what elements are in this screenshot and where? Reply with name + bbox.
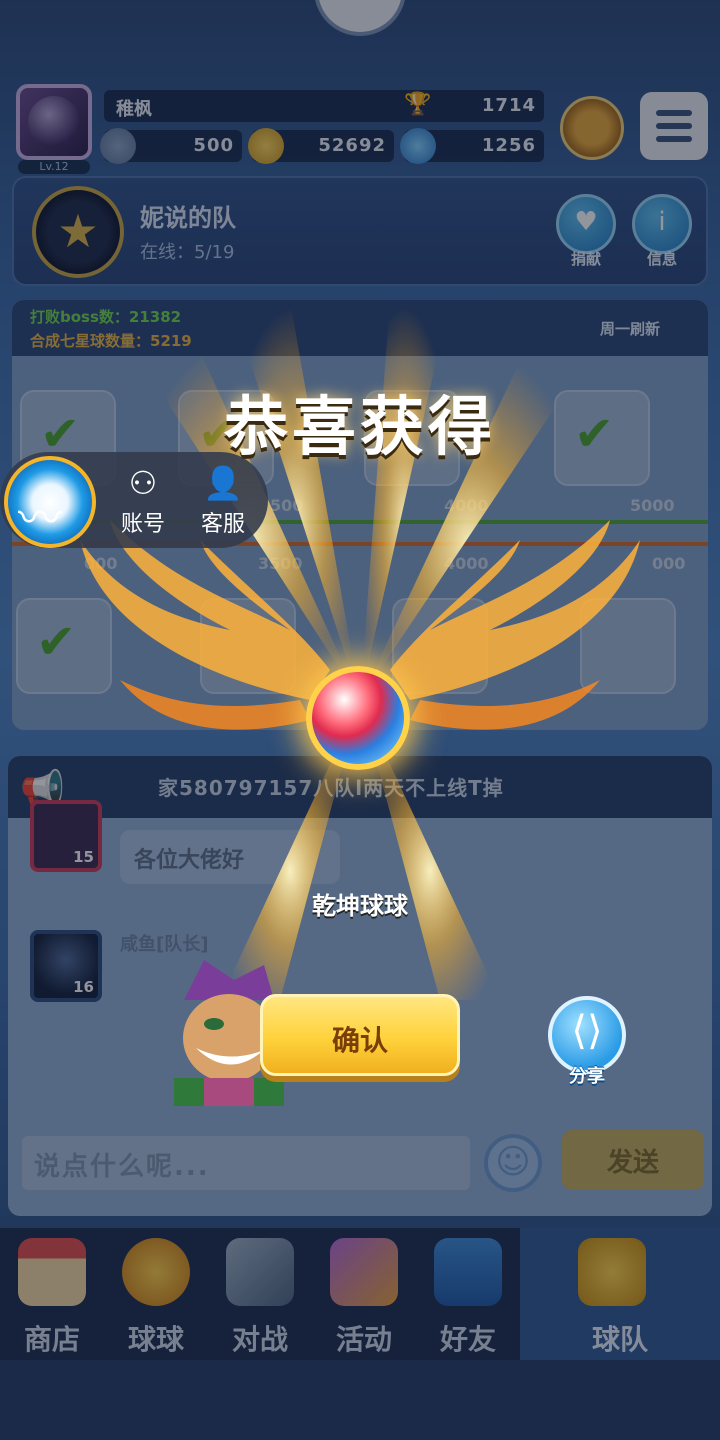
share-label: 分享	[569, 1066, 605, 1087]
customer-service-button[interactable]: 👤 客服	[190, 462, 256, 542]
account-button[interactable]: ⚇ 账号	[110, 462, 176, 542]
reward-ball-icon	[306, 666, 410, 770]
account-label: 账号	[120, 512, 165, 537]
user-filled-icon: 👤	[203, 464, 243, 502]
confirm-label: 确认	[331, 1024, 388, 1057]
confirm-button[interactable]: 确认	[260, 994, 460, 1076]
reward-item-name: 乾坤球球	[312, 892, 408, 920]
sdk-logo-button[interactable]: 〰	[4, 456, 96, 548]
wave-logo-icon: 〰	[18, 493, 62, 544]
user-outline-icon: ⚇	[128, 464, 158, 502]
share-icon: ⟨⟩	[571, 1008, 603, 1054]
service-label: 客服	[200, 512, 245, 537]
